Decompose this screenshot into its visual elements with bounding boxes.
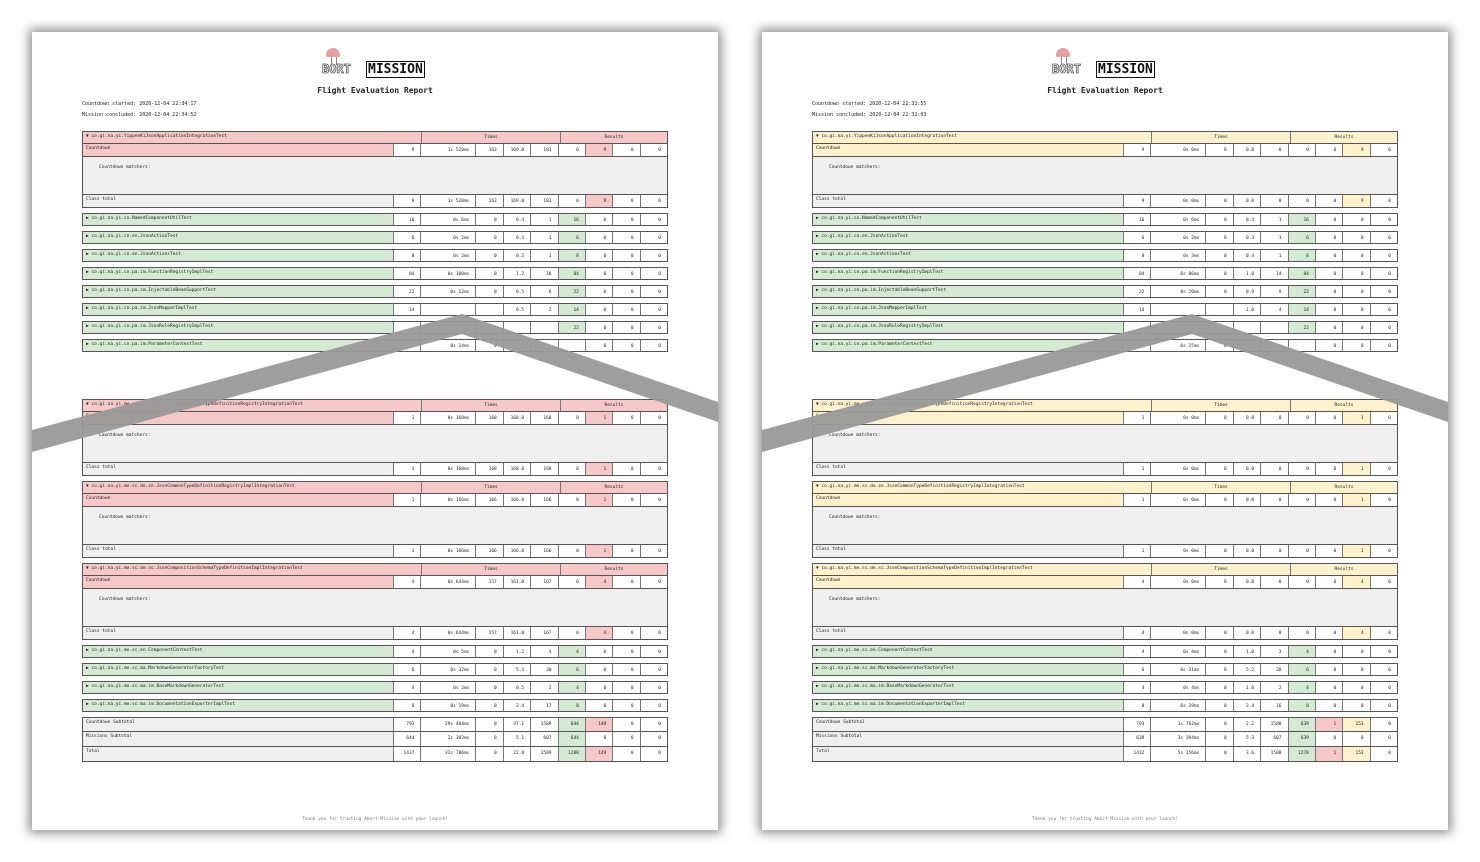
fold-shape bbox=[32, 314, 718, 452]
fold-shape bbox=[762, 314, 1448, 452]
footer-text: Thank you for trusting Abort-Mission wit… bbox=[301, 817, 449, 822]
footer-text: Thank you for trusting Abort-Mission wit… bbox=[1031, 817, 1179, 822]
report-page-right: BORT MISSION Flight Evaluation Report Co… bbox=[762, 32, 1448, 830]
report-page-left: BORT MISSION Flight Evaluation Report Co… bbox=[32, 32, 718, 830]
